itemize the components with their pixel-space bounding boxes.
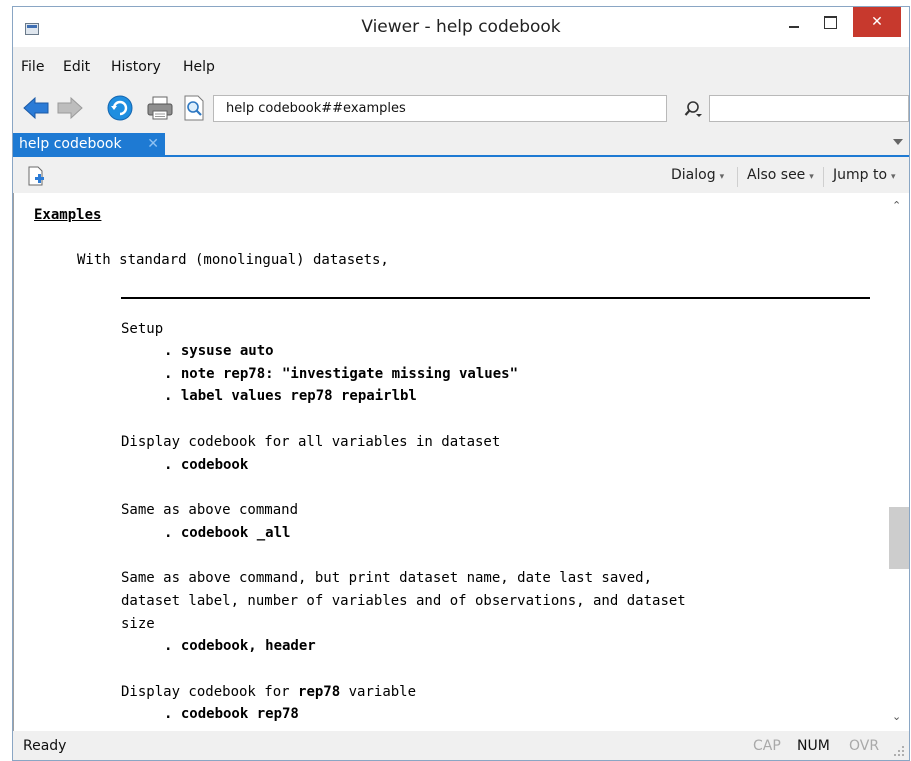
example-description: Display codebook for rep78 variable [121, 684, 417, 700]
example-description: dataset label, number of variables and o… [121, 593, 686, 609]
command-link[interactable]: . note rep78: "investigate missing value… [164, 366, 518, 382]
num-indicator: NUM [797, 738, 830, 754]
status-text: Ready [23, 738, 67, 754]
example-description: size [121, 616, 155, 632]
scroll-down-icon[interactable]: ⌄ [892, 710, 901, 723]
toolbar-divider [737, 167, 738, 187]
tab-list-chevron-down-icon[interactable] [893, 139, 903, 145]
window-title: Viewer - help codebook [361, 17, 561, 37]
command-link[interactable]: . codebook, header [164, 638, 316, 654]
viewer-toolbar: Dialog ▾ Also see ▾ Jump to ▾ [13, 159, 909, 193]
resize-grip-icon[interactable] [893, 745, 905, 757]
forward-arrow-icon[interactable] [55, 93, 85, 123]
close-button[interactable]: ✕ [853, 7, 901, 37]
ovr-indicator: OVR [849, 738, 880, 754]
tab-strip: help codebook ✕ [13, 133, 909, 157]
setup-label: Setup [121, 321, 164, 337]
menu-history[interactable]: History [111, 59, 161, 75]
command-link[interactable]: . codebook [164, 457, 248, 473]
also-see-dropdown[interactable]: Also see ▾ [747, 167, 814, 183]
refresh-icon[interactable] [105, 93, 135, 123]
chevron-down-icon: ▾ [891, 172, 896, 182]
example-description: Same as above command, but print dataset… [121, 570, 653, 586]
find-input[interactable] [709, 95, 909, 122]
chevron-down-icon: ▾ [809, 172, 814, 182]
command-link[interactable]: . label values rep78 repairlbl [164, 388, 417, 404]
minimize-button[interactable] [779, 7, 809, 39]
divider-rule [121, 297, 870, 299]
example-description: Display codebook for all variables in da… [121, 434, 501, 450]
scroll-up-icon[interactable]: ⌃ [892, 199, 901, 212]
tab-help-codebook[interactable]: help codebook ✕ [13, 133, 165, 157]
command-link[interactable]: . codebook rep78 [164, 706, 299, 722]
command-link[interactable]: . sysuse auto [164, 343, 274, 359]
status-bar: Ready CAP NUM OVR [13, 735, 909, 761]
jump-to-dropdown[interactable]: Jump to ▾ [833, 167, 896, 183]
find-in-page-icon[interactable] [179, 93, 209, 123]
menu-edit[interactable]: Edit [63, 59, 90, 75]
command-link[interactable]: . codebook _all [164, 525, 290, 541]
search-icon[interactable] [683, 98, 705, 120]
vertical-scrollbar[interactable]: ⌃ ⌄ [888, 193, 909, 731]
dialog-dropdown[interactable]: Dialog ▾ [671, 167, 724, 183]
viewer-window: Viewer - help codebook ✕ File Edit Histo… [12, 6, 910, 761]
cap-indicator: CAP [753, 738, 781, 754]
toolbar-divider [823, 167, 824, 187]
scrollbar-thumb[interactable] [889, 507, 909, 569]
tab-label: help codebook [19, 136, 122, 152]
chevron-down-icon: ▾ [719, 172, 725, 182]
intro-text: With standard (monolingual) datasets, [77, 252, 389, 268]
menu-file[interactable]: File [21, 59, 44, 75]
maximize-button[interactable] [813, 7, 847, 39]
back-arrow-icon[interactable] [21, 93, 51, 123]
new-viewer-icon[interactable] [27, 166, 45, 186]
print-icon[interactable] [145, 93, 175, 123]
menu-help[interactable]: Help [183, 59, 215, 75]
address-field[interactable]: help codebook##examples [213, 95, 667, 122]
help-content-pane[interactable]: Examples With standard (monolingual) dat… [13, 193, 909, 731]
tab-close-icon[interactable]: ✕ [147, 133, 159, 155]
toolbar: help codebook##examples [13, 91, 909, 125]
example-description: Same as above command [121, 502, 299, 518]
title-bar[interactable]: Viewer - help codebook ✕ [13, 7, 909, 47]
menu-bar: File Edit History Help [13, 55, 909, 81]
section-heading[interactable]: Examples [34, 207, 101, 223]
